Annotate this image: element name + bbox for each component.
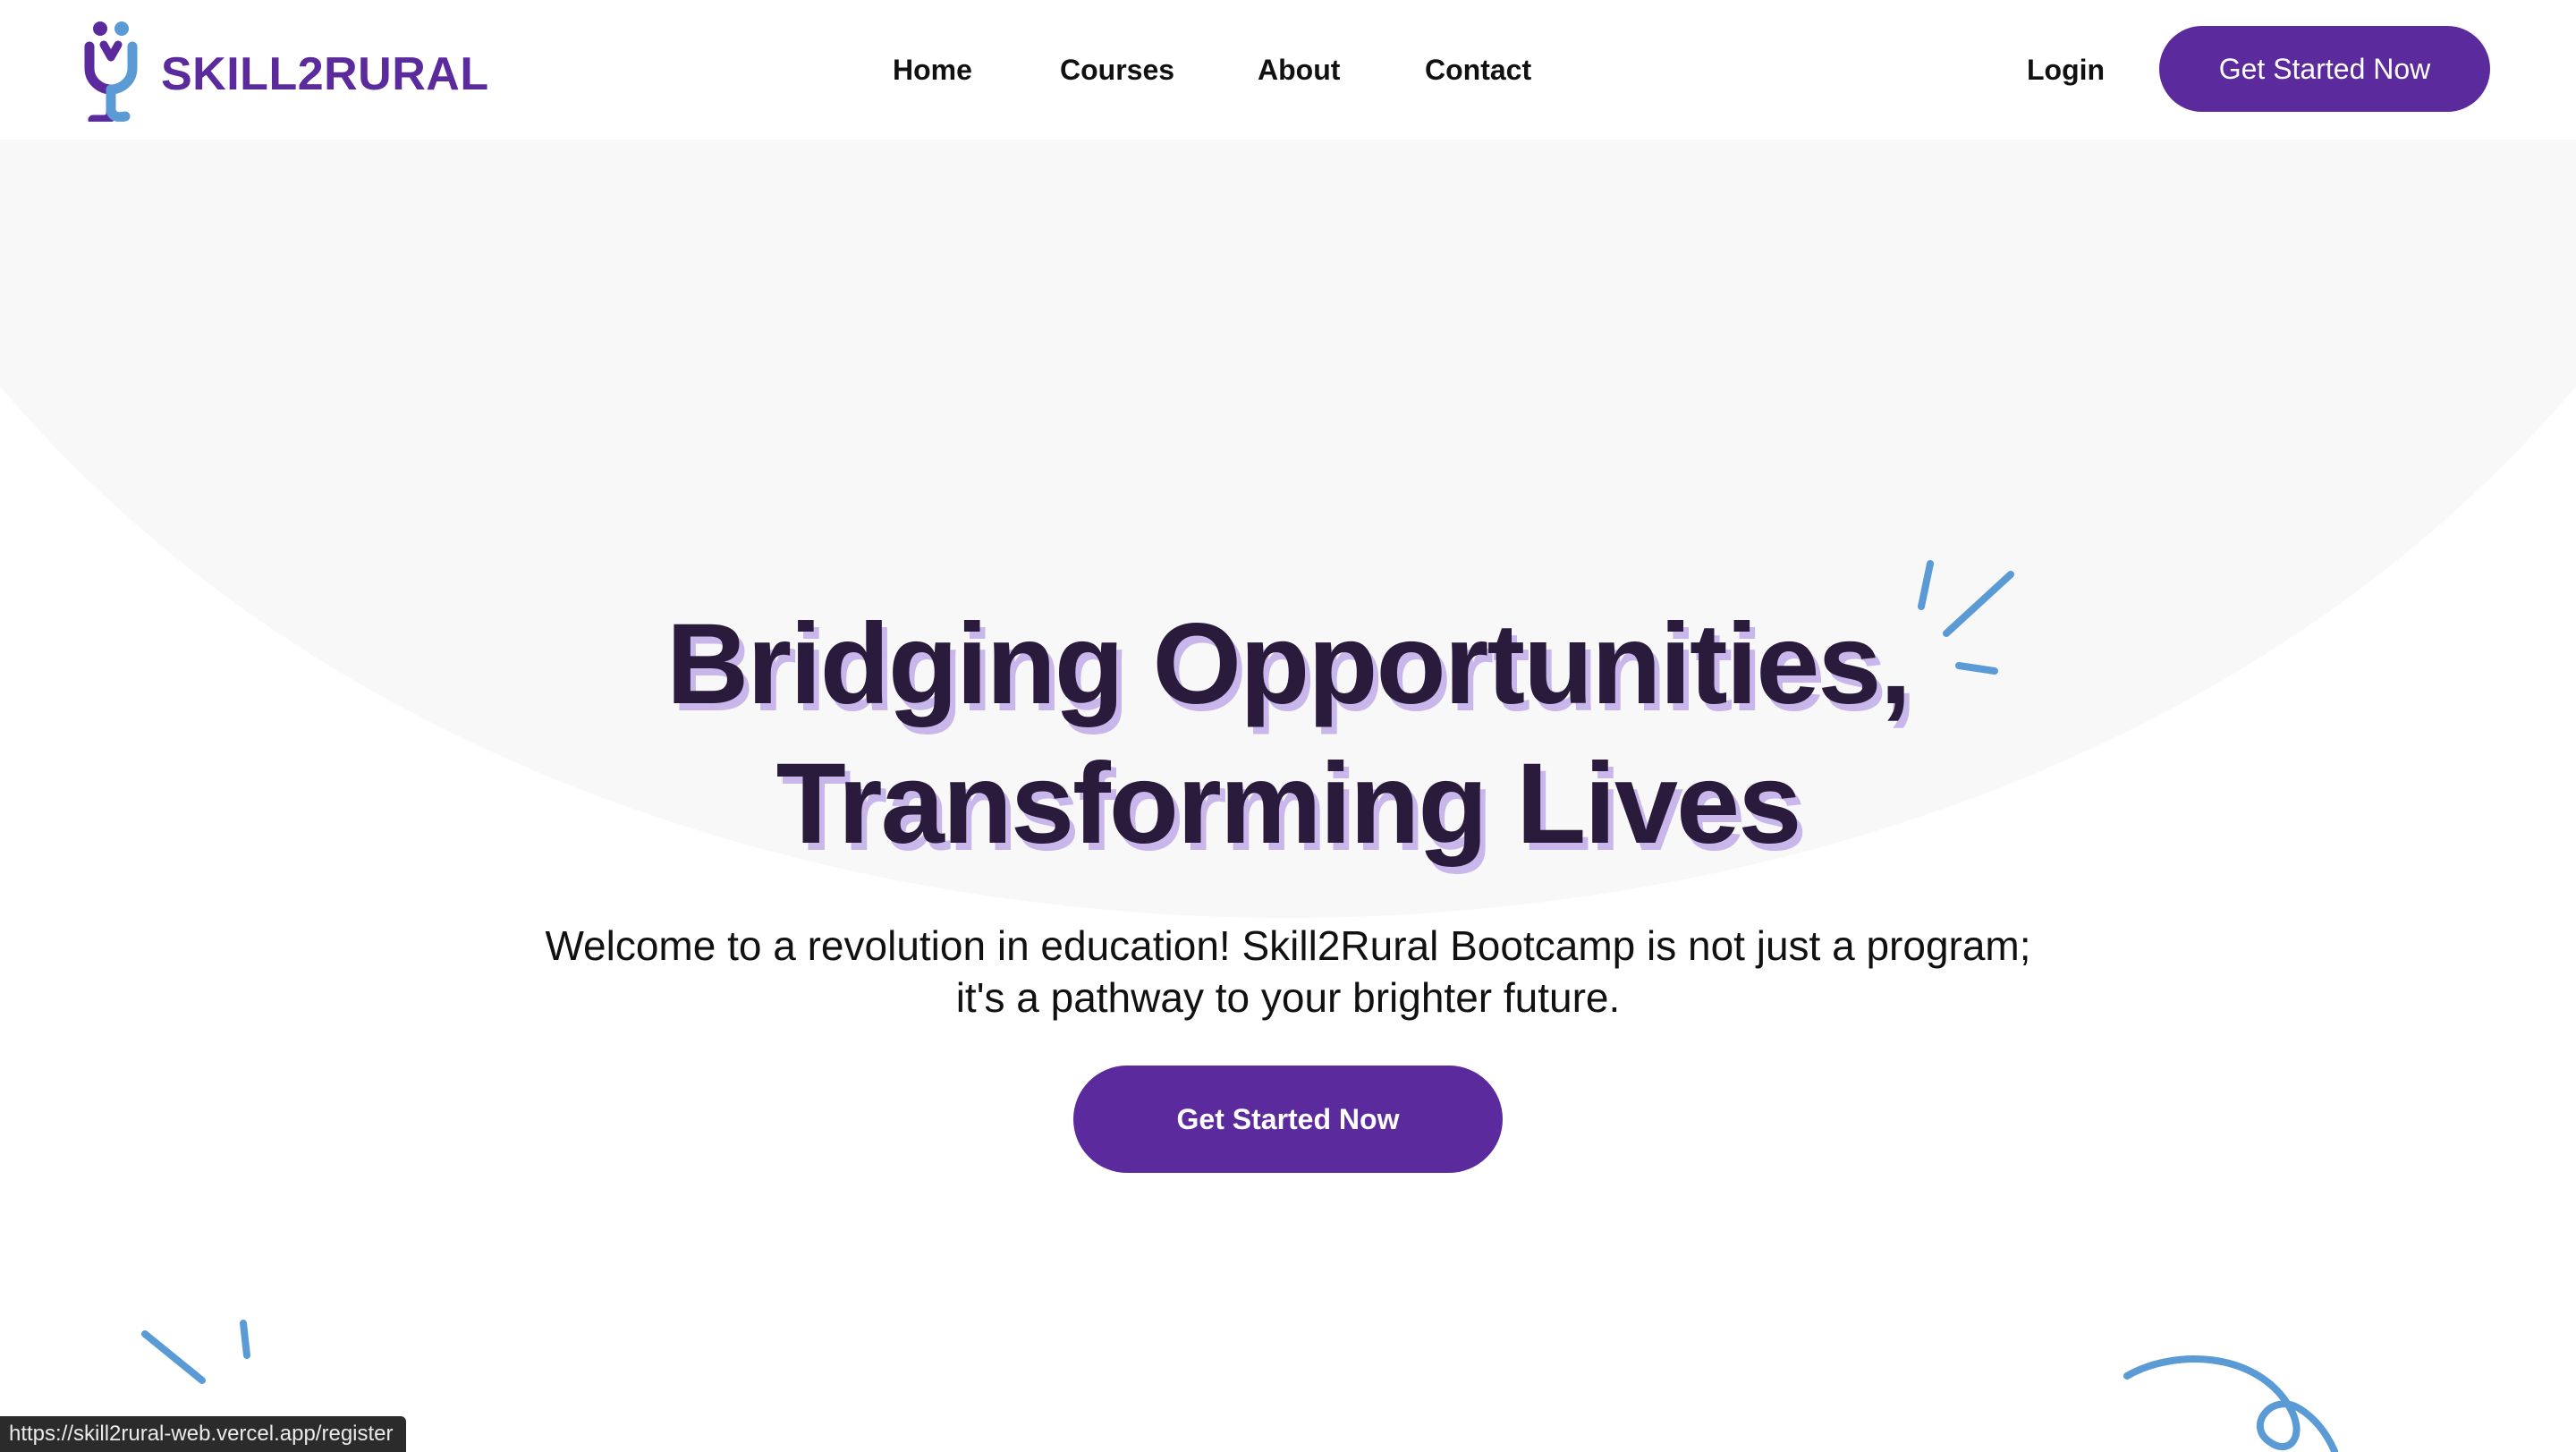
nav-contact-link[interactable]: Contact — [1425, 48, 1531, 91]
hero-title-line2: Transforming Lives — [775, 740, 1802, 868]
header-get-started-button[interactable]: Get Started Now — [2159, 26, 2490, 112]
nav-courses-link[interactable]: Courses — [1060, 48, 1174, 91]
hero-get-started-button[interactable]: Get Started Now — [1073, 1066, 1503, 1173]
sparkle-icon-bottom-left — [141, 1320, 250, 1384]
login-link[interactable]: Login — [2027, 48, 2105, 91]
hero-subtitle: Welcome to a revolution in education! Sk… — [394, 920, 2182, 1023]
nav-home-link[interactable]: Home — [893, 48, 972, 91]
site-header: SKILL2RURAL Home Courses About Contact L… — [0, 0, 2576, 140]
hero-subtitle-line1: Welcome to a revolution in education! Sk… — [545, 922, 2031, 969]
squiggle-icon — [2123, 1355, 2338, 1452]
status-bar-url: https://skill2rural-web.vercel.app/regis… — [0, 1416, 406, 1452]
hero-title-line1: Bridging Opportunities, — [665, 600, 1911, 728]
nav-about-link[interactable]: About — [1258, 48, 1340, 91]
hero-subtitle-line2: it's a pathway to your brighter future. — [955, 974, 1621, 1021]
hero-title: Bridging Opportunities, Transforming Liv… — [394, 595, 2182, 874]
